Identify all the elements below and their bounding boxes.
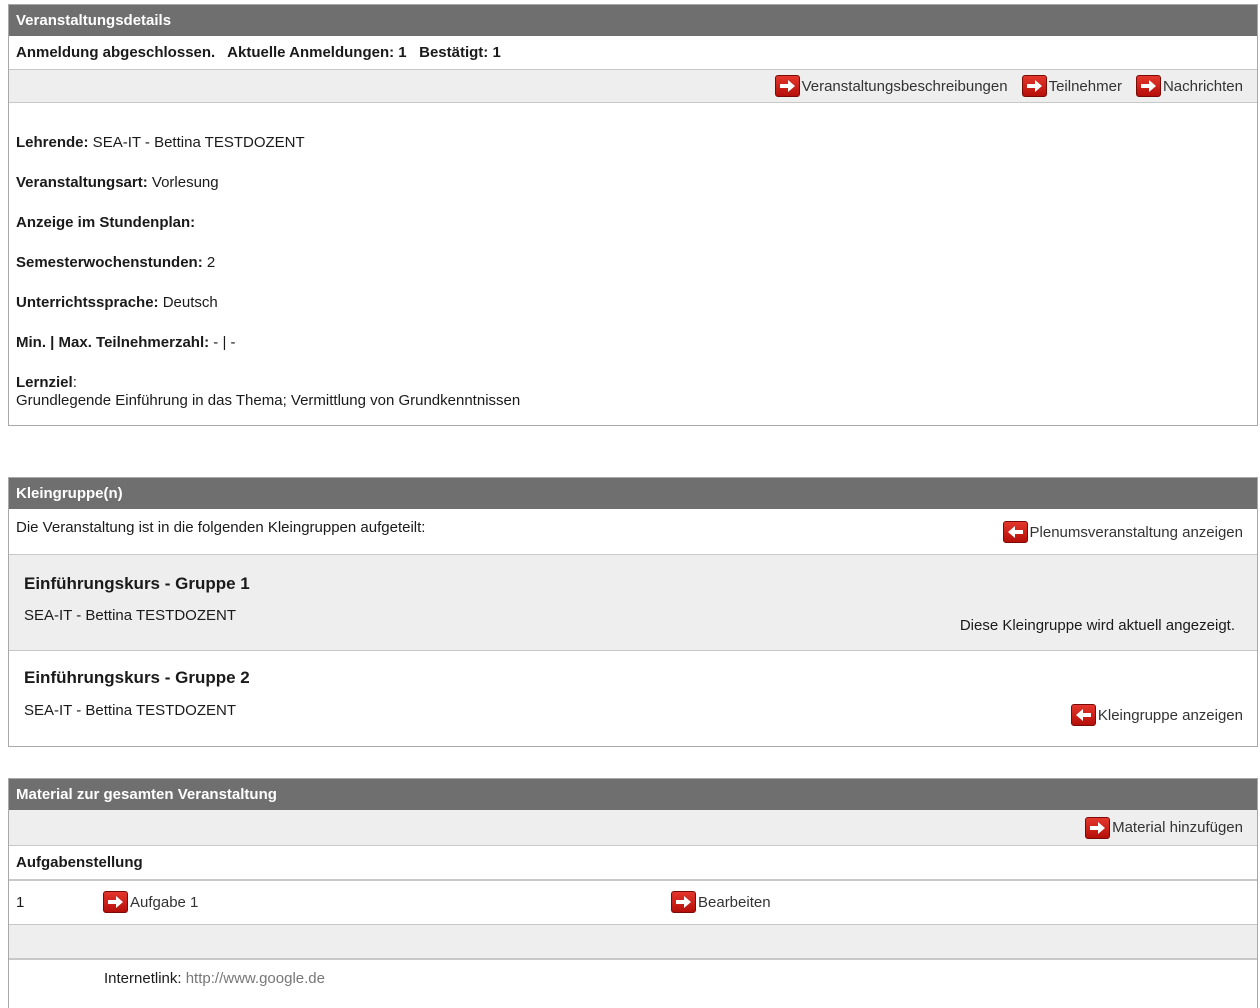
material-header: Material zur gesamten Veranstaltung [9,779,1257,810]
arrow-right-icon [103,891,128,913]
arrow-right-icon [1021,75,1047,97]
arrow-right-icon [1085,816,1111,839]
field-lehrende: Lehrende: SEA-IT - Bettina TESTDOZENT [16,134,305,151]
messages-link[interactable]: Nachrichten [1135,75,1243,97]
material-panel: Material zur gesamten Veranstaltung Mate… [8,778,1258,1008]
descriptions-link[interactable]: Veranstaltungsbeschreibungen [774,75,1008,97]
field-unterrichtssprache: Unterrichtssprache: Deutsch [16,294,218,311]
internet-link: Internetlink: http://www.google.de [104,970,325,987]
edit-link[interactable]: Bearbeiten [671,891,771,913]
arrow-right-icon [1135,75,1161,97]
group-2-title: Einführungskurs - Gruppe 2 [24,668,250,687]
plenum-link[interactable]: Plenumsveranstaltung anzeigen [1002,521,1243,543]
material-row-number: 1 [16,894,25,911]
group-1: Einführungskurs - Gruppe 1 SEA-IT - Bett… [9,554,1257,650]
group-1-status: Diese Kleingruppe wird aktuell angezeigt… [959,617,1235,634]
kleingruppen-header: Kleingruppe(n) [9,478,1257,509]
add-material-link[interactable]: Material hinzufügen [1085,816,1243,839]
field-semesterwochenstunden: Semesterwochenstunden: 2 [16,254,216,271]
kleingruppen-panel: Kleingruppe(n) Die Veranstaltung ist in … [8,477,1258,747]
group-1-title: Einführungskurs - Gruppe 1 [24,574,250,593]
details-header: Veranstaltungsdetails [9,5,1257,36]
registration-status: Anmeldung abgeschlossen. Aktuelle Anmeld… [16,44,501,61]
arrow-right-icon [671,891,696,913]
material-spacer-row [9,925,1257,960]
section-aufgabenstellung: Aufgabenstellung [9,845,1257,881]
arrow-right-icon [774,75,800,97]
internet-link-row: Internetlink: http://www.google.de [9,960,1257,996]
material-actions-bar: Material hinzufügen [9,810,1257,845]
field-lernziel: Lernziel: Grundlegende Einführung in das… [16,374,521,409]
kleingruppen-intro-row: Die Veranstaltung ist in die folgenden K… [9,509,1257,554]
group-2: Einführungskurs - Gruppe 2 SEA-IT - Bett… [9,650,1257,746]
show-group-2-link[interactable]: Kleingruppe anzeigen [1070,704,1243,726]
arrow-left-icon [1002,521,1028,543]
details-panel: Veranstaltungsdetails Anmeldung abgeschl… [8,4,1258,426]
arrow-left-icon [1070,704,1096,726]
aufgabe-1-link[interactable]: Aufgabe 1 [103,891,198,913]
lernziel-text: Grundlegende Einführung in das Thema; Ve… [16,392,521,409]
details-fields: Lehrende: SEA-IT - Bettina TESTDOZENT Ve… [9,103,1257,410]
field-stundenplan: Anzeige im Stundenplan: [16,214,196,231]
internet-url[interactable]: http://www.google.de [186,970,325,987]
details-actions-bar: Veranstaltungsbeschreibungen Teilnehmer … [9,69,1257,103]
material-row: 1 Aufgabe 1 Bearbeiten [9,881,1257,925]
group-2-teacher: SEA-IT - Bettina TESTDOZENT [24,702,236,719]
field-teilnehmerzahl: Min. | Max. Teilnehmerzahl: - | - [16,334,236,351]
kleingruppen-intro: Die Veranstaltung ist in die folgenden K… [16,519,426,536]
field-veranstaltungsart: Veranstaltungsart: Vorlesung [16,174,219,191]
participants-link[interactable]: Teilnehmer [1021,75,1122,97]
group-1-teacher: SEA-IT - Bettina TESTDOZENT [24,607,236,624]
